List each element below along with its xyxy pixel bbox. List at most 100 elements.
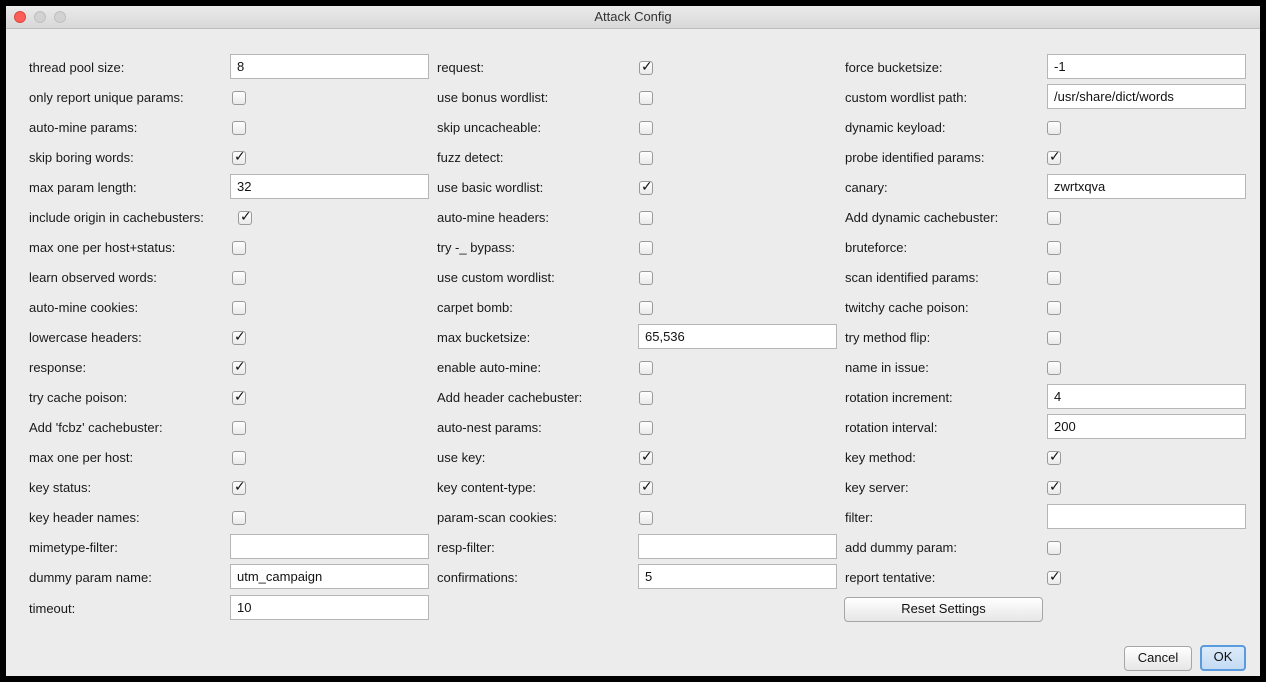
scan-identified-params-label: scan identified params: [845,270,979,285]
rotation-increment-field[interactable]: 4 [1047,384,1246,409]
mimetype-filter-field[interactable] [230,534,429,559]
skip-uncacheable-checkbox[interactable] [639,121,653,135]
response-checkbox[interactable]: ✓ [232,359,246,375]
add-dynamic-cachebuster-checkbox[interactable] [1047,211,1061,225]
skip-boring-words-checkbox[interactable]: ✓ [232,149,246,165]
max-one-per-host-checkbox[interactable] [232,451,246,465]
probe-identified-params-checkbox[interactable]: ✓ [1047,149,1061,165]
thread-pool-size-label: thread pool size: [29,60,125,75]
scan-identified-params-checkbox[interactable] [1047,271,1061,285]
include-origin-in-cachebusters-label: include origin in cachebusters: [29,210,204,225]
checkmark-icon: ✓ [641,449,653,465]
custom-wordlist-path-field[interactable]: /usr/share/dict/words [1047,84,1246,109]
twitchy-cache-poison-checkbox[interactable] [1047,301,1061,315]
key-method-checkbox[interactable]: ✓ [1047,449,1061,465]
lowercase-headers-label: lowercase headers: [29,330,142,345]
use-basic-wordlist-label: use basic wordlist: [437,180,544,195]
skip-uncacheable-label: skip uncacheable: [437,120,542,135]
carpet-bomb-checkbox[interactable] [639,301,653,315]
param-scan-cookies-checkbox[interactable] [639,511,653,525]
report-tentative-label: report tentative: [845,570,936,585]
resp-filter-field[interactable] [638,534,837,559]
key-header-names-label: key header names: [29,510,140,525]
key-status-label: key status: [29,480,92,495]
max-bucketsize-label: max bucketsize: [437,330,531,345]
thread-pool-size-field[interactable]: 8 [230,54,429,79]
auto-mine-cookies-checkbox[interactable] [232,301,246,315]
confirmations-field[interactable]: 5 [638,564,837,589]
try-method-flip-checkbox[interactable] [1047,331,1061,345]
fuzz-detect-checkbox[interactable] [639,151,653,165]
use-bonus-wordlist-checkbox[interactable] [639,91,653,105]
use-basic-wordlist-checkbox[interactable]: ✓ [639,179,653,195]
max-one-per-host-status-checkbox[interactable] [232,241,246,255]
key-method-label: key method: [845,450,916,465]
dynamic-keyload-checkbox[interactable] [1047,121,1061,135]
name-in-issue-checkbox[interactable] [1047,361,1061,375]
probe-identified-params-label: probe identified params: [845,150,985,165]
force-bucketsize-field[interactable]: -1 [1047,54,1246,79]
checkmark-icon: ✓ [234,389,246,405]
rotation-interval-label: rotation interval: [845,420,938,435]
auto-mine-params-label: auto-mine params: [29,120,138,135]
enable-auto-mine-checkbox[interactable] [639,361,653,375]
key-server-label: key server: [845,480,909,495]
report-tentative-checkbox[interactable]: ✓ [1047,569,1061,585]
carpet-bomb-label: carpet bomb: [437,300,513,315]
timeout-label: timeout: [29,601,76,616]
rotation-interval-field[interactable]: 200 [1047,414,1246,439]
only-report-unique-params-checkbox[interactable] [232,91,246,105]
checkmark-icon: ✓ [1049,149,1061,165]
include-origin-in-cachebusters-checkbox[interactable]: ✓ [238,209,252,225]
max-one-per-host-status-label: max one per host+status: [29,240,176,255]
request-checkbox[interactable]: ✓ [639,59,653,75]
auto-nest-params-label: auto-nest params: [437,420,542,435]
key-content-type-checkbox[interactable]: ✓ [639,479,653,495]
checkmark-icon: ✓ [641,179,653,195]
bruteforce-checkbox[interactable] [1047,241,1061,255]
reset-settings-button[interactable]: Reset Settings [844,597,1043,622]
skip-boring-words-label: skip boring words: [29,150,134,165]
checkmark-icon: ✓ [234,149,246,165]
mimetype-filter-label: mimetype-filter: [29,540,118,555]
filter-field[interactable] [1047,504,1246,529]
ok-button[interactable]: OK [1200,645,1246,671]
canary-field[interactable]: zwrtxqva [1047,174,1246,199]
bruteforce-label: bruteforce: [845,240,908,255]
lowercase-headers-checkbox[interactable]: ✓ [232,329,246,345]
add-fcbz-cachebuster-label: Add 'fcbz' cachebuster: [29,420,163,435]
add-dynamic-cachebuster-label: Add dynamic cachebuster: [845,210,999,225]
timeout-field[interactable]: 10 [230,595,429,620]
use-key-checkbox[interactable]: ✓ [639,449,653,465]
only-report-unique-params-label: only report unique params: [29,90,184,105]
use-bonus-wordlist-label: use bonus wordlist: [437,90,549,105]
resp-filter-label: resp-filter: [437,540,495,555]
auto-mine-params-checkbox[interactable] [232,121,246,135]
checkmark-icon: ✓ [234,359,246,375]
add-dummy-param-checkbox[interactable] [1047,541,1061,555]
key-server-checkbox[interactable]: ✓ [1047,479,1061,495]
auto-nest-params-checkbox[interactable] [639,421,653,435]
auto-mine-headers-checkbox[interactable] [639,211,653,225]
try-cache-poison-checkbox[interactable]: ✓ [232,389,246,405]
filter-label: filter: [845,510,874,525]
try-cache-poison-label: try cache poison: [29,390,128,405]
key-header-names-checkbox[interactable] [232,511,246,525]
max-bucketsize-field[interactable]: 65,536 [638,324,837,349]
dummy-param-name-field[interactable]: utm_campaign [230,564,429,589]
use-custom-wordlist-checkbox[interactable] [639,271,653,285]
max-param-length-label: max param length: [29,180,137,195]
try-bypass-checkbox[interactable] [639,241,653,255]
cancel-button[interactable]: Cancel [1124,646,1192,671]
key-status-checkbox[interactable]: ✓ [232,479,246,495]
learn-observed-words-checkbox[interactable] [232,271,246,285]
fuzz-detect-label: fuzz detect: [437,150,504,165]
checkmark-icon: ✓ [1049,449,1061,465]
key-content-type-label: key content-type: [437,480,536,495]
add-fcbz-cachebuster-checkbox[interactable] [232,421,246,435]
confirmations-label: confirmations: [437,570,518,585]
add-header-cachebuster-checkbox[interactable] [639,391,653,405]
force-bucketsize-label: force bucketsize: [845,60,943,75]
max-param-length-field[interactable]: 32 [230,174,429,199]
request-label: request: [437,60,484,75]
